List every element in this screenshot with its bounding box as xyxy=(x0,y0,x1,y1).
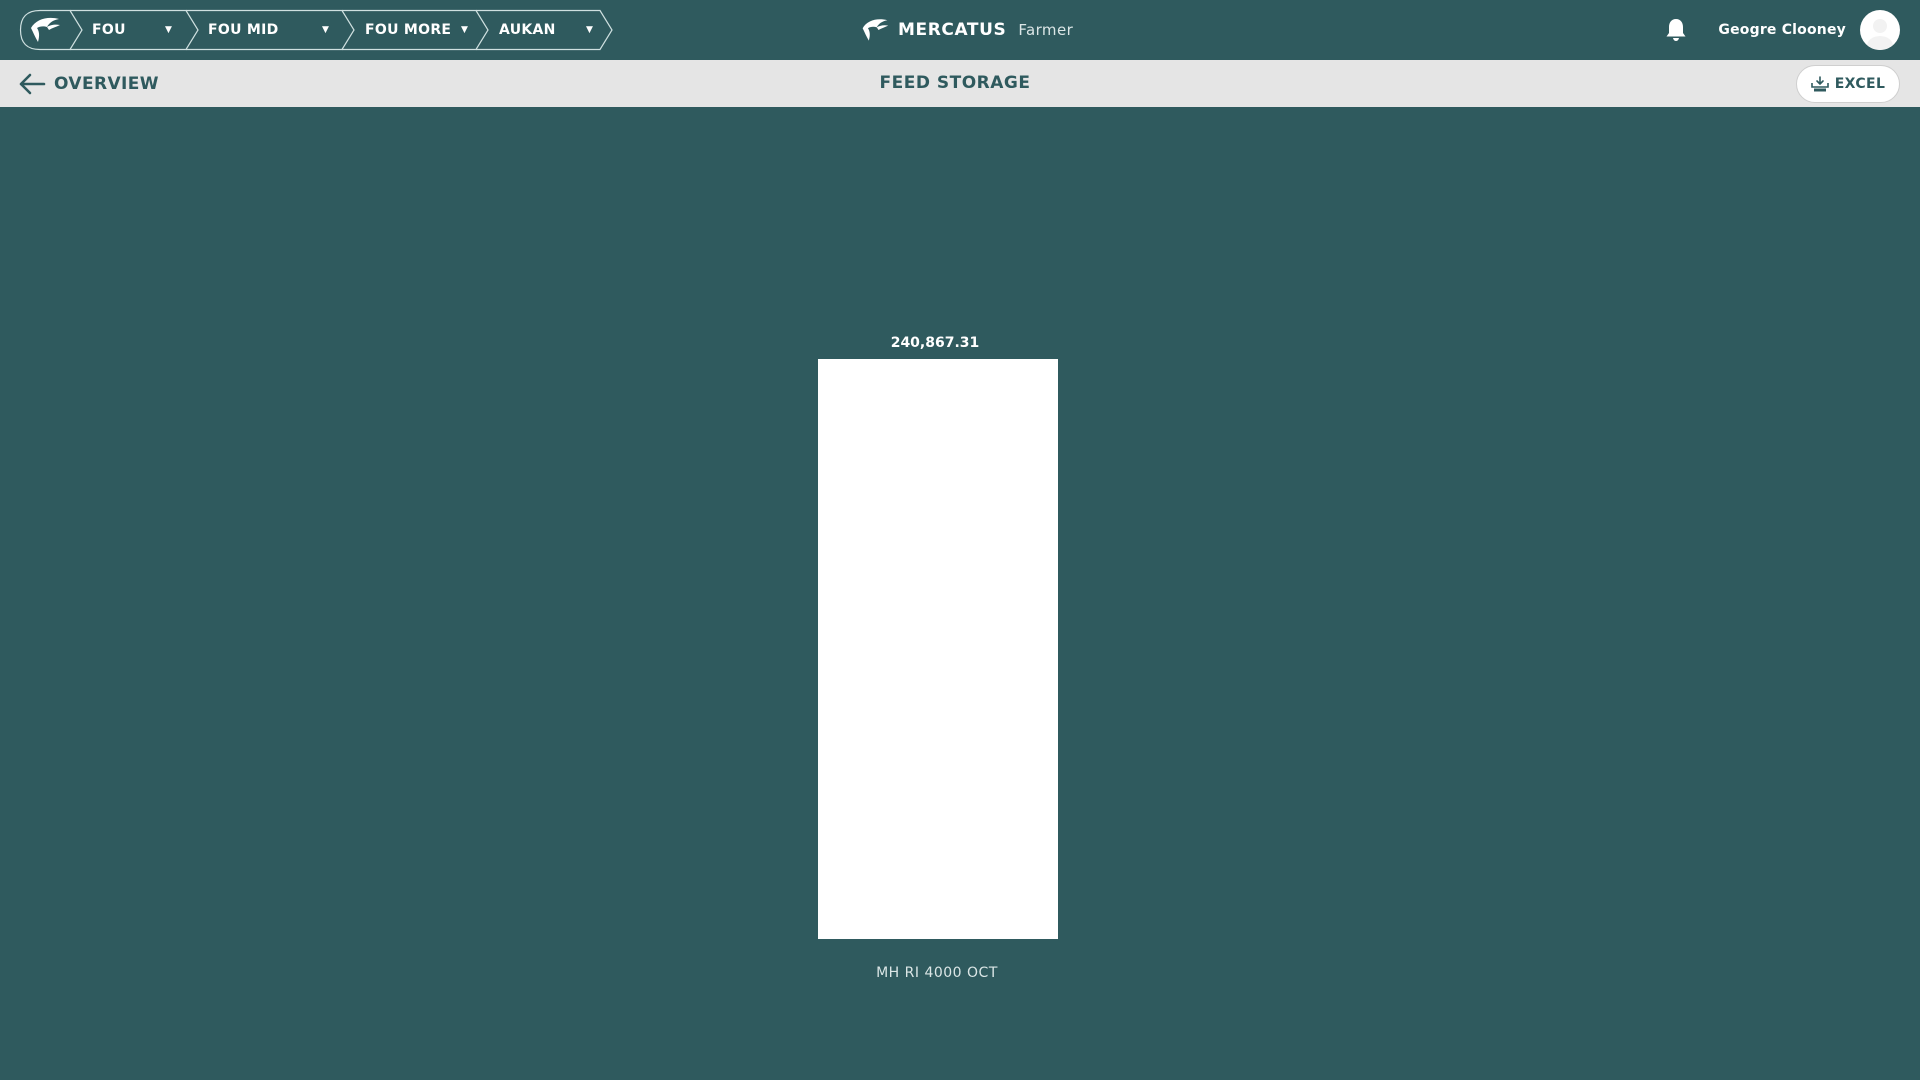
salmon-logo-icon[interactable] xyxy=(28,15,62,45)
user-menu: Geogre Clooney xyxy=(1664,10,1900,50)
caret-down-icon[interactable]: ▼ xyxy=(165,10,172,50)
chart-bar[interactable] xyxy=(818,359,1058,939)
top-bar: FOU ▼ FOU MID ▼ FOU MORE ▼ AUKAN ▼ MERCA… xyxy=(0,0,1920,60)
breadcrumb-label-fou: FOU xyxy=(92,22,126,38)
salmon-logo-icon xyxy=(862,19,889,41)
chart-data-label: 240,867.31 xyxy=(891,335,980,351)
caret-down-icon[interactable]: ▼ xyxy=(322,10,329,50)
excel-label: EXCEL xyxy=(1834,76,1886,92)
brand-name: MERCATUS xyxy=(898,20,1007,40)
page-title: FEED STORAGE xyxy=(879,73,1031,93)
caret-down-icon[interactable]: ▼ xyxy=(586,10,593,50)
xls-download-icon xyxy=(1810,76,1829,92)
brand-role: Farmer xyxy=(1018,21,1074,39)
bar-chart: 240,867.31 MH RI 4000 OCT xyxy=(818,335,1058,981)
breadcrumb-label-aukan: AUKAN xyxy=(499,22,556,38)
caret-down-icon[interactable]: ▼ xyxy=(461,10,468,50)
chart-category-label: MH RI 4000 OCT xyxy=(876,965,998,981)
avatar[interactable] xyxy=(1860,10,1900,50)
sub-bar: OVERVIEW FEED STORAGE EXCEL xyxy=(0,60,1920,107)
user-name[interactable]: Geogre Clooney xyxy=(1718,22,1846,38)
bell-icon[interactable] xyxy=(1664,17,1688,43)
user-silhouette-icon xyxy=(1867,19,1893,50)
feed-storage-chart: 240,867.31 MH RI 4000 OCT xyxy=(0,107,1920,1080)
breadcrumb-label-fou-more: FOU MORE xyxy=(365,22,452,38)
excel-export-button[interactable]: EXCEL xyxy=(1796,65,1900,103)
breadcrumb-label-fou-mid: FOU MID xyxy=(208,22,279,38)
brand: MERCATUS Farmer xyxy=(860,12,1073,48)
